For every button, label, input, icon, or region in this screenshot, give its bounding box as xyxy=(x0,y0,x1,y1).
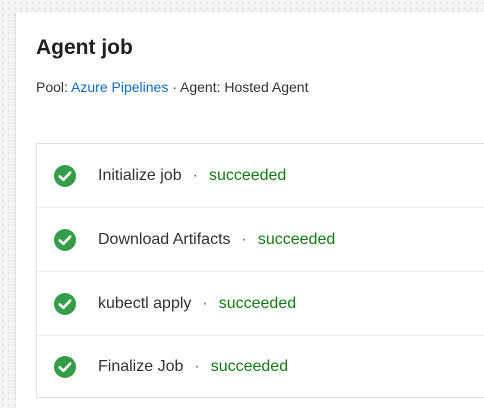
step-list: Initialize job · succeeded Download Arti… xyxy=(36,143,484,398)
step-name: Finalize Job xyxy=(98,357,184,375)
agent-label: Agent: xyxy=(180,79,221,95)
step-status: succeeded xyxy=(257,230,336,248)
step-row-kubectl-apply[interactable]: kubectl apply · succeeded xyxy=(37,272,484,336)
step-status: succeeded xyxy=(218,294,297,312)
step-name: kubectl apply xyxy=(98,294,192,312)
step-row-download-artifacts[interactable]: Download Artifacts · succeeded xyxy=(37,208,484,272)
step-row-finalize-job[interactable]: Finalize Job · succeeded xyxy=(37,336,484,397)
pool-link[interactable]: Azure Pipelines xyxy=(71,79,168,95)
step-status: succeeded xyxy=(208,166,287,184)
step-row-initialize-job[interactable]: Initialize job · succeeded xyxy=(37,144,484,208)
step-separator: · xyxy=(241,230,247,248)
step-separator: · xyxy=(194,357,200,375)
agent-value: Hosted Agent xyxy=(224,79,309,95)
check-circle-icon xyxy=(53,292,77,316)
check-circle-icon xyxy=(53,164,77,188)
check-circle-icon xyxy=(53,355,77,379)
page-title: Agent job xyxy=(36,36,133,59)
pool-label: Pool: xyxy=(36,79,68,95)
step-separator: · xyxy=(192,166,198,184)
meta-separator: · xyxy=(172,79,177,95)
step-name: Initialize job xyxy=(98,166,182,184)
check-circle-icon xyxy=(53,228,77,252)
step-status: succeeded xyxy=(210,357,289,375)
job-meta: Pool: Azure Pipelines · Agent: Hosted Ag… xyxy=(36,79,308,95)
agent-job-panel: Agent job Pool: Azure Pipelines · Agent:… xyxy=(16,12,484,408)
step-name: Download Artifacts xyxy=(98,230,231,248)
step-separator: · xyxy=(202,294,208,312)
